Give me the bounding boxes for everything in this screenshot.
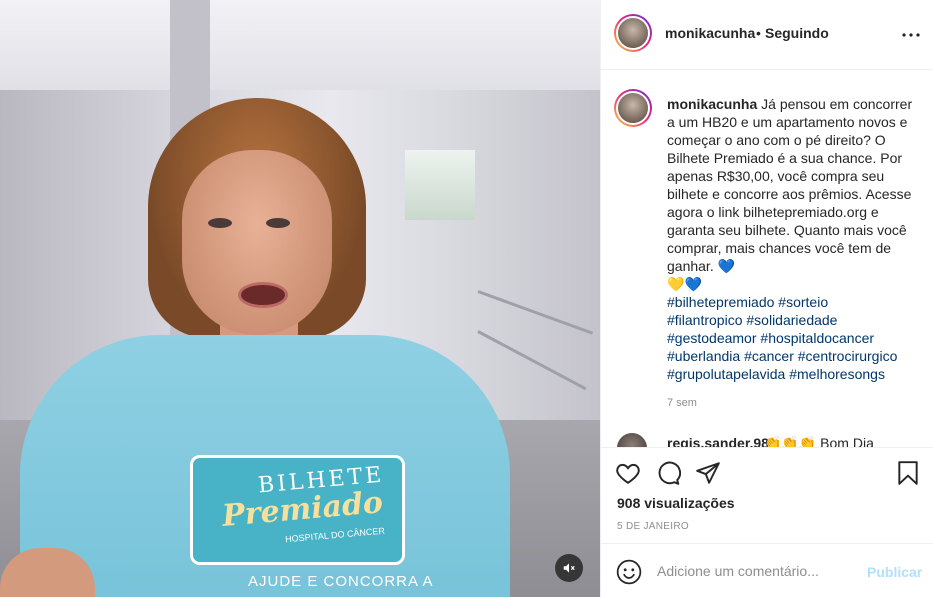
caption-timestamp[interactable]: 7 sem (667, 397, 697, 409)
comment-button[interactable] (655, 460, 683, 488)
post-date[interactable]: 5 DE JANEIRO (617, 521, 689, 532)
separator-dot: • (756, 25, 761, 41)
hashtag-link[interactable]: #cancer (744, 348, 794, 364)
avatar[interactable] (617, 433, 647, 447)
presenter-eye (266, 218, 290, 228)
mute-button[interactable] (555, 554, 583, 582)
comment-item: regis.sander.98 👏👏👏 Bom Dia (617, 433, 927, 447)
following-button[interactable]: Seguindo (765, 25, 829, 41)
hashtag-link[interactable]: #filantropico (667, 312, 743, 328)
hashtag-link[interactable]: #sorteio (778, 294, 828, 310)
emoji-button[interactable] (616, 559, 642, 585)
blue-heart-emoji: 💙 (684, 276, 702, 292)
post-video[interactable]: BILHETE Premiado HOSPITAL DO CÂNCER AJUD… (0, 0, 600, 597)
comment-text: 👏👏👏 Bom Dia (764, 435, 874, 447)
video-background-rail (477, 290, 594, 335)
save-button[interactable] (895, 460, 923, 488)
view-count[interactable]: 908 visualizações (617, 495, 735, 511)
hashtag-link[interactable]: #solidariedade (746, 312, 837, 328)
hashtag-link[interactable]: #grupolutapelavida (667, 366, 785, 382)
comments-section[interactable]: monikacunha Já pensou em concorrer a um … (601, 71, 933, 447)
bookmark-icon (898, 461, 918, 485)
hashtag-link[interactable]: #bilhetepremiado (667, 294, 774, 310)
blue-heart-emoji: 💙 (717, 258, 736, 274)
like-button[interactable] (615, 460, 643, 488)
video-background-window (405, 150, 475, 220)
heart-icon (616, 463, 640, 484)
comment-input[interactable] (657, 558, 857, 584)
avatar[interactable] (614, 14, 652, 52)
ellipsis-icon (902, 33, 920, 37)
caption-username[interactable]: monikacunha (667, 96, 757, 112)
avatar[interactable] (614, 89, 652, 127)
presenter-eye (208, 218, 232, 228)
caption-text-block: monikacunha Já pensou em concorrer a um … (667, 95, 917, 383)
header-username[interactable]: monikacunha (665, 25, 755, 41)
comment-username[interactable]: regis.sander.98 (667, 435, 769, 447)
post-actions: 908 visualizações 5 DE JANEIRO (601, 447, 933, 542)
post-header: monikacunha • Seguindo (601, 0, 933, 70)
hashtag-link[interactable]: #melhoresongs (789, 366, 885, 382)
speaker-muted-icon (563, 563, 575, 573)
video-background-rail (477, 330, 587, 391)
publish-button[interactable]: Publicar (867, 564, 922, 580)
more-options-button[interactable] (899, 23, 923, 47)
yellow-heart-emoji: 💛 (667, 276, 685, 292)
post-side-panel: monikacunha • Seguindo monikacunha Já pe… (600, 0, 933, 597)
add-comment-bar: Publicar (601, 543, 933, 597)
hashtag-link[interactable]: #uberlandia (667, 348, 740, 364)
shirt-footer-text: AJUDE E CONCORRA A (248, 573, 434, 590)
hashtag-link[interactable]: #gestodeamor (667, 330, 757, 346)
caption-body: Já pensou em concorrer a um HB20 e um ap… (667, 96, 913, 274)
hashtag-link[interactable]: #hospitaldocancer (760, 330, 874, 346)
comment-bubble-icon (658, 461, 682, 485)
paper-plane-icon (696, 462, 720, 484)
share-button[interactable] (695, 460, 723, 488)
presenter-mouth (238, 282, 288, 308)
smiley-icon (616, 559, 642, 585)
video-background-ceiling (0, 0, 600, 90)
hashtag-link[interactable]: #centrocirurgico (798, 348, 898, 364)
